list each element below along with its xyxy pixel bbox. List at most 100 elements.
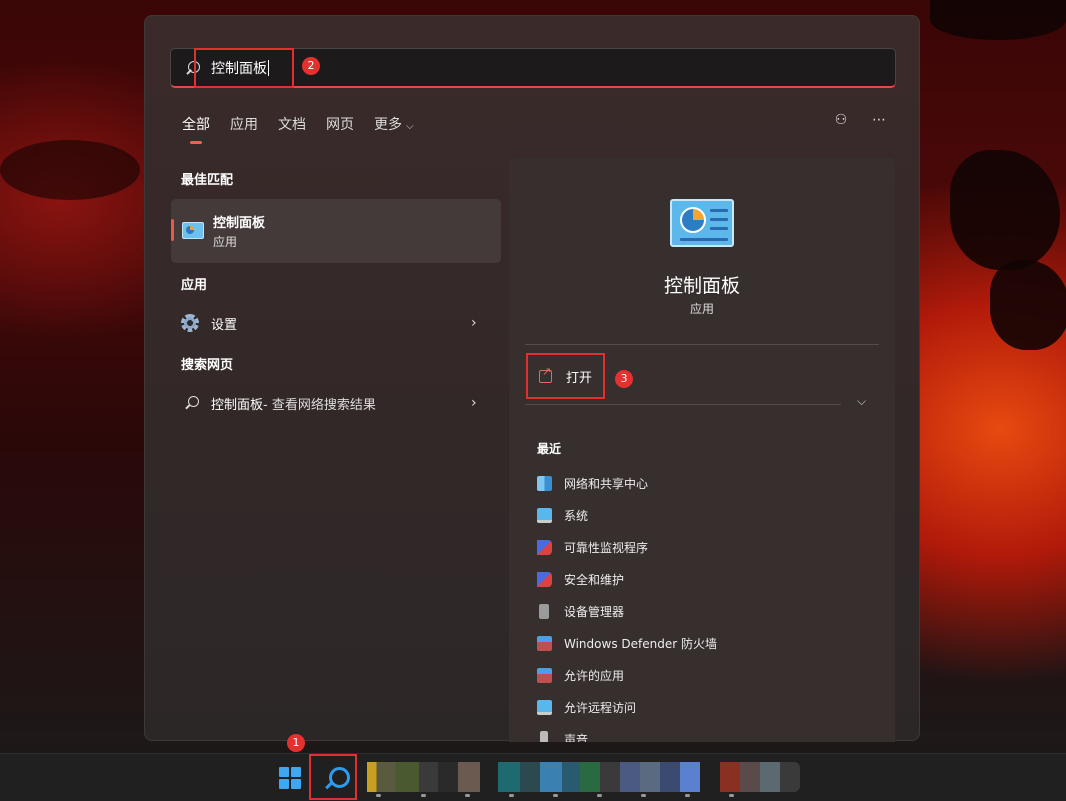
recent-item[interactable]: 允许的应用 xyxy=(537,667,624,684)
running-indicator xyxy=(376,794,381,797)
divider xyxy=(525,404,841,405)
recent-item[interactable]: 可靠性监视程序 xyxy=(537,539,648,556)
speaker-icon xyxy=(540,731,548,742)
flag-icon xyxy=(537,540,552,555)
apps-heading: 应用 xyxy=(181,278,208,293)
web-search-result[interactable]: 控制面板 - 查看网络搜索结果 › xyxy=(181,391,477,415)
monitor-icon xyxy=(537,508,552,523)
expand-chevron-icon[interactable]: ⌵ xyxy=(857,394,866,409)
taskbar-app-blurred[interactable] xyxy=(760,762,780,792)
recent-item-label: 允许远程访问 xyxy=(564,701,637,715)
monitor-icon xyxy=(537,700,552,715)
app-result-label: 设置 xyxy=(211,317,238,333)
best-match-name: 控制面板 xyxy=(213,216,266,231)
best-match-result[interactable]: 控制面板 应用 xyxy=(171,199,501,263)
chevron-down-icon: ⌵ xyxy=(406,121,414,132)
logo-pane xyxy=(291,767,301,777)
tab-apps[interactable]: 应用 xyxy=(230,114,258,144)
running-indicator xyxy=(685,794,690,797)
tab-all[interactable]: 全部 xyxy=(182,114,210,144)
best-match-heading: 最佳匹配 xyxy=(181,173,234,188)
wallpaper-palm-silhouette xyxy=(0,140,140,200)
app-result-settings[interactable]: 设置 › xyxy=(181,311,477,335)
annotation-badge-3: 3 xyxy=(615,370,633,388)
wallpaper-palm-silhouette xyxy=(990,260,1066,350)
running-indicator xyxy=(509,794,514,797)
running-indicator xyxy=(729,794,734,797)
icon-line xyxy=(680,238,728,241)
web-result-suffix: - 查看网络搜索结果 xyxy=(263,397,376,413)
firewall-icon xyxy=(537,668,552,683)
taskbar-app-blurred[interactable] xyxy=(740,762,760,792)
tab-web[interactable]: 网页 xyxy=(326,114,354,144)
taskbar-app-blurred[interactable] xyxy=(640,762,660,792)
recent-item[interactable]: 网络和共享中心 xyxy=(537,475,648,492)
recent-item[interactable]: 系统 xyxy=(537,507,588,524)
tab-documents[interactable]: 文档 xyxy=(278,114,306,144)
taskbar-app-blurred[interactable] xyxy=(620,762,640,792)
recent-item-label: 声音 xyxy=(564,733,589,742)
taskbar-app-blurred[interactable] xyxy=(520,762,540,792)
search-icon xyxy=(185,396,199,410)
taskbar xyxy=(0,753,1066,801)
recent-item-label: 系统 xyxy=(564,509,589,523)
recent-item[interactable]: 声音 xyxy=(537,731,588,742)
annotation-badge-1: 1 xyxy=(287,734,305,752)
taskbar-app-blurred[interactable] xyxy=(580,762,600,792)
control-panel-icon xyxy=(182,222,204,239)
filter-tabs: 全部 应用 文档 网页 更多 ⌵ xyxy=(182,114,434,144)
recent-item-label: 允许的应用 xyxy=(564,669,625,683)
running-indicator xyxy=(421,794,426,797)
icon-line xyxy=(710,218,728,221)
running-indicator xyxy=(465,794,470,797)
recent-item[interactable]: 安全和维护 xyxy=(537,571,624,588)
share-device-icon[interactable]: ⚇ xyxy=(833,112,849,128)
flag-icon xyxy=(537,572,552,587)
tab-more[interactable]: 更多 ⌵ xyxy=(374,114,414,144)
taskbar-app-blurred[interactable] xyxy=(780,762,800,792)
start-button-windows-icon[interactable] xyxy=(279,767,301,789)
running-indicator xyxy=(641,794,646,797)
taskbar-app-blurred[interactable] xyxy=(540,762,562,792)
best-match-type: 应用 xyxy=(213,235,238,249)
recent-item-label: 可靠性监视程序 xyxy=(564,541,649,555)
taskbar-app-blurred[interactable] xyxy=(458,762,480,792)
recent-item[interactable]: 允许远程访问 xyxy=(537,699,636,716)
recent-item[interactable]: Windows Defender 防火墙 xyxy=(537,635,717,652)
logo-pane xyxy=(279,779,289,789)
taskbar-app-blurred[interactable] xyxy=(367,762,462,792)
taskbar-app-blurred[interactable] xyxy=(660,762,680,792)
more-options-icon[interactable]: ⋯ xyxy=(871,112,887,128)
recent-item-label: 网络和共享中心 xyxy=(564,477,649,491)
pie-graphic xyxy=(680,207,706,233)
recent-item-label: 设备管理器 xyxy=(564,605,625,619)
network-icon xyxy=(537,476,552,491)
search-panel: 控制面板 2 全部 应用 文档 网页 更多 ⌵ ⚇ ⋯ 最佳匹配 控制面板 应用 … xyxy=(144,15,920,742)
recent-heading: 最近 xyxy=(537,442,562,456)
running-indicator xyxy=(553,794,558,797)
annotation-box-search xyxy=(194,48,294,88)
annotation-box-open xyxy=(526,353,605,399)
web-result-query: 控制面板 xyxy=(211,397,264,413)
recent-item-label: Windows Defender 防火墙 xyxy=(564,637,717,651)
taskbar-app-blurred[interactable] xyxy=(562,762,580,792)
chevron-right-icon: › xyxy=(471,315,477,331)
taskbar-app-blurred[interactable] xyxy=(498,762,520,792)
wallpaper-palm-silhouette xyxy=(930,0,1066,40)
selection-indicator xyxy=(171,219,174,241)
icon-line xyxy=(710,227,728,230)
taskbar-app-blurred[interactable] xyxy=(720,762,740,792)
control-panel-icon xyxy=(670,199,734,247)
recent-item[interactable]: 设备管理器 xyxy=(537,603,624,620)
taskbar-app-blurred[interactable] xyxy=(680,762,700,792)
annotation-box-taskbar-search xyxy=(309,754,357,800)
taskbar-app-blurred[interactable] xyxy=(600,762,620,792)
detail-app-name: 控制面板 xyxy=(663,275,740,297)
chevron-right-icon: › xyxy=(471,395,477,411)
detail-app-type: 应用 xyxy=(689,302,714,316)
device-manager-icon xyxy=(539,604,549,619)
annotation-badge-2: 2 xyxy=(302,57,320,75)
icon-line xyxy=(710,209,728,212)
running-indicator xyxy=(597,794,602,797)
firewall-icon xyxy=(537,636,552,651)
